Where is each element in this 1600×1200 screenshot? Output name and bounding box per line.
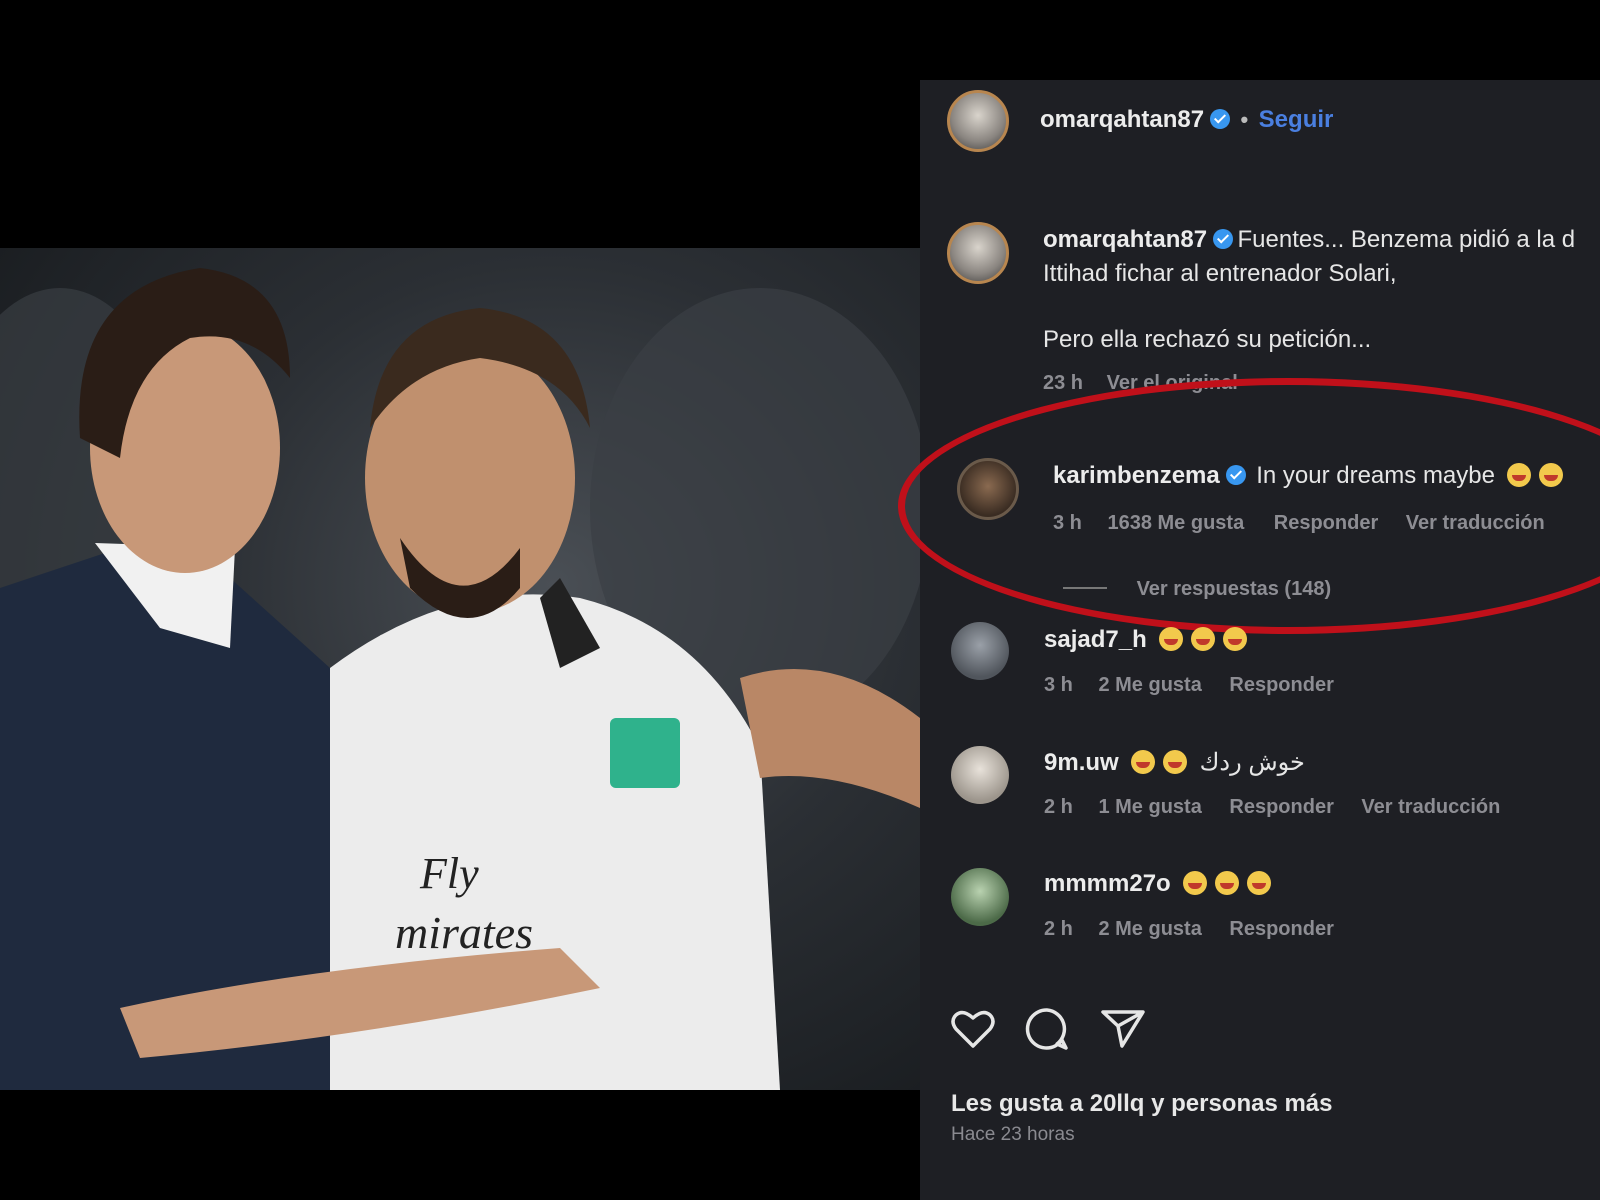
view-replies-label[interactable]: Ver respuestas (148) xyxy=(1137,578,1332,600)
svg-text:Fly: Fly xyxy=(419,849,479,898)
caption-username[interactable]: omarqahtan87 xyxy=(1043,226,1207,253)
comment-likes[interactable]: 1638 Me gusta xyxy=(1107,512,1244,534)
reply-button[interactable]: Responder xyxy=(1229,918,1333,940)
caption-avatar[interactable] xyxy=(947,222,1009,284)
comment-time: 2 h xyxy=(1044,796,1073,818)
caption-text2: Ittihad fichar al entrenador Solari, xyxy=(1043,260,1397,287)
heart-icon[interactable] xyxy=(950,1008,996,1050)
verified-icon xyxy=(1210,109,1231,129)
translate-button[interactable]: Ver traducción xyxy=(1361,796,1500,818)
translate-button[interactable]: Ver traducción xyxy=(1406,512,1545,534)
comment-text: In your dreams maybe xyxy=(1256,462,1495,489)
laughing-emoji-icon xyxy=(1191,627,1216,651)
comment-avatar[interactable] xyxy=(957,458,1019,520)
caption-line1: omarqahtan87 Fuentes... Benzema pidió a … xyxy=(1043,226,1575,254)
reply-button[interactable]: Responder xyxy=(1229,796,1333,818)
comment-text: خوش ردك xyxy=(1199,749,1305,776)
comment-icon[interactable] xyxy=(1024,1006,1070,1052)
header-username[interactable]: omarqahtan87 xyxy=(1040,106,1204,133)
comment-username[interactable]: mmmm27o xyxy=(1044,870,1171,897)
laughing-emoji-icon xyxy=(1223,627,1248,651)
share-icon[interactable] xyxy=(1100,1008,1146,1050)
comment-likes[interactable]: 2 Me gusta xyxy=(1098,674,1201,696)
comment-likes[interactable]: 2 Me gusta xyxy=(1098,918,1201,940)
view-replies[interactable]: Ver respuestas (148) xyxy=(1063,578,1331,601)
comment-row: mmmm27o xyxy=(1044,870,1272,898)
caption-time: 23 h xyxy=(1043,372,1084,394)
reply-button[interactable]: Responder xyxy=(1229,674,1333,696)
caption-text3: Pero ella rechazó su petición... xyxy=(1043,326,1372,353)
comment-row: sajad7_h xyxy=(1044,626,1248,654)
comment-row: 9m.uw خوش ردك xyxy=(1044,748,1305,777)
post-header: omarqahtan87 • Seguir xyxy=(1040,106,1333,134)
svg-text:mirates: mirates xyxy=(395,907,533,958)
reply-button[interactable]: Responder xyxy=(1274,512,1378,534)
laughing-emoji-icon xyxy=(1539,463,1564,487)
verified-icon xyxy=(1225,465,1246,485)
comment-avatar[interactable] xyxy=(951,622,1009,680)
comment-time: 2 h xyxy=(1044,918,1073,940)
laughing-emoji-icon xyxy=(1507,463,1532,487)
comment-likes[interactable]: 1 Me gusta xyxy=(1098,796,1201,818)
header-separator: • xyxy=(1240,107,1249,132)
comment-username[interactable]: karimbenzema xyxy=(1053,462,1220,489)
follow-button[interactable]: Seguir xyxy=(1259,106,1334,133)
laughing-emoji-icon xyxy=(1159,627,1184,651)
laughing-emoji-icon xyxy=(1215,871,1240,895)
header-avatar[interactable] xyxy=(947,90,1009,152)
comment-avatar[interactable] xyxy=(951,868,1009,926)
comment-time: 3 h xyxy=(1053,512,1082,534)
laughing-emoji-icon xyxy=(1163,750,1188,774)
comment-meta: 3 h 1638 Me gusta Responder Ver traducci… xyxy=(1053,512,1545,535)
comment-time: 3 h xyxy=(1044,674,1073,696)
likes-summary[interactable]: Les gusta a 20llq y personas más xyxy=(951,1090,1333,1118)
post-photo: Fly mirates xyxy=(0,248,920,1090)
laughing-emoji-icon xyxy=(1131,750,1156,774)
comment-meta: 2 h 2 Me gusta Responder xyxy=(1044,918,1334,941)
comment-row: karimbenzema In your dreams maybe xyxy=(1053,462,1564,490)
comment-username[interactable]: sajad7_h xyxy=(1044,626,1147,653)
comment-avatar[interactable] xyxy=(951,746,1009,804)
laughing-emoji-icon xyxy=(1183,871,1208,895)
replies-divider xyxy=(1063,587,1107,589)
comment-username[interactable]: 9m.uw xyxy=(1044,749,1119,776)
caption-text1: Fuentes... Benzema pidió a la d xyxy=(1237,226,1576,253)
comment-meta: 3 h 2 Me gusta Responder xyxy=(1044,674,1334,697)
verified-icon xyxy=(1213,229,1234,249)
laughing-emoji-icon xyxy=(1247,871,1272,895)
post-time: Hace 23 horas xyxy=(951,1124,1075,1145)
comment-meta: 2 h 1 Me gusta Responder Ver traducción xyxy=(1044,796,1500,819)
